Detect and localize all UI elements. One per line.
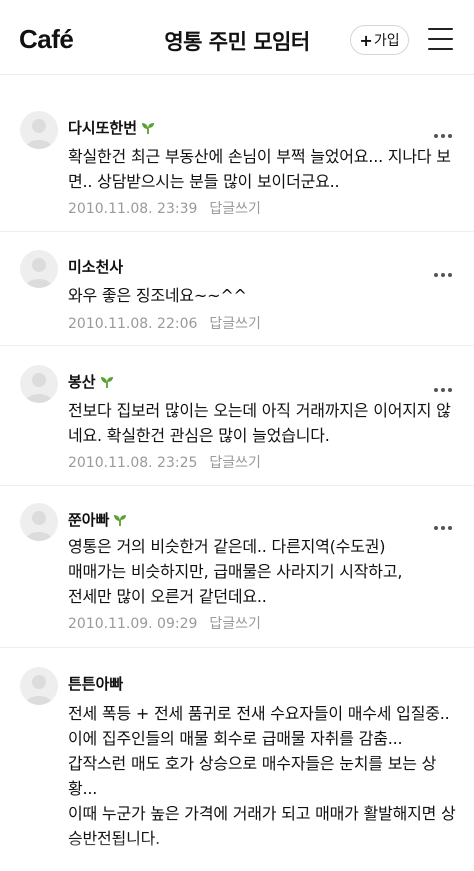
comment-author[interactable]: 봉산: [68, 371, 114, 392]
avatar[interactable]: [20, 111, 58, 149]
avatar[interactable]: [20, 365, 58, 403]
comment-meta: 2010.11.08. 23:25 답글쓰기: [68, 452, 261, 472]
comment-date: 2010.11.08. 23:39: [68, 201, 198, 217]
sprout-icon: [100, 376, 113, 388]
avatar[interactable]: [20, 250, 58, 288]
avatar[interactable]: [20, 667, 58, 705]
join-button-label: 가입: [373, 33, 400, 49]
comment-date: 2010.11.08. 22:06: [68, 316, 198, 332]
comment-item: 다시또한번 확실한건 최근 부동산에 손님이 부쩍 늘었어요... 지나다 보면…: [0, 111, 474, 232]
comment-date: 2010.11.08. 23:25: [68, 455, 198, 471]
comment-date: 2010.11.09. 09:29: [68, 616, 198, 632]
author-name: 튼튼아빠: [68, 675, 124, 693]
plus-icon: +: [359, 30, 373, 50]
comment-text: 와우 좋은 징조네요~~^^: [68, 286, 247, 305]
avatar[interactable]: [20, 503, 58, 541]
top-bar: Café 영통 주민 모임터 + 가입: [0, 0, 474, 75]
hamburger-menu-icon[interactable]: [428, 28, 453, 50]
comment-author[interactable]: 미소천사: [68, 256, 123, 277]
reply-button[interactable]: 답글쓰기: [209, 616, 261, 632]
reply-button[interactable]: 답글쓰기: [209, 316, 261, 332]
comment-text: 전세 폭등 + 전세 품귀로 전새 수요자들이 매수세 입질중.. 이에 집주인…: [68, 704, 456, 848]
sprout-icon: [142, 122, 155, 134]
comment-item: 미소천사 와우 좋은 징조네요~~^^ 2010.11.08. 22:06 답글쓰…: [0, 250, 474, 346]
more-options-icon[interactable]: [434, 262, 456, 277]
comment-text: 영통은 거의 비슷한거 같은데.. 다른지역(수도권) 매매가는 비슷하지만, …: [68, 537, 403, 606]
more-options-icon[interactable]: [434, 515, 456, 530]
comment-author[interactable]: 쭌아빠: [68, 509, 127, 530]
comment-author[interactable]: 튼튼아빠: [68, 673, 123, 694]
more-options-icon[interactable]: [434, 377, 456, 392]
comment-item: 쭌아빠 영통은 거의 비슷한거 같은데.. 다른지역(수도권) 매매가는 비슷하…: [0, 503, 474, 648]
author-name: 다시또한번: [68, 119, 138, 137]
comment-author[interactable]: 다시또한번: [68, 117, 155, 138]
scroll-fade: [0, 838, 474, 871]
join-button[interactable]: + 가입: [350, 25, 409, 55]
author-name: 미소천사: [68, 258, 124, 276]
comment-meta: 2010.11.08. 22:06 답글쓰기: [68, 313, 261, 333]
reply-button[interactable]: 답글쓰기: [209, 455, 261, 471]
author-name: 봉산: [68, 373, 96, 391]
reply-button[interactable]: 답글쓰기: [209, 201, 261, 217]
comment-meta: 2010.11.08. 23:39 답글쓰기: [68, 198, 261, 218]
comment-meta: 2010.11.09. 09:29 답글쓰기: [68, 613, 261, 633]
more-options-icon[interactable]: [434, 123, 456, 138]
comment-text: 확실한건 최근 부동산에 손님이 부쩍 늘었어요... 지나다 보면.. 상담받…: [68, 147, 451, 191]
author-name: 쭌아빠: [68, 511, 110, 529]
comment-item: 봉산 전보다 집보러 많이는 오는데 아직 거래까지은 이어지지 않네요. 확실…: [0, 365, 474, 486]
sprout-icon: [114, 514, 127, 526]
comment-text: 전보다 집보러 많이는 오는데 아직 거래까지은 이어지지 않네요. 확실한건 …: [68, 401, 451, 445]
